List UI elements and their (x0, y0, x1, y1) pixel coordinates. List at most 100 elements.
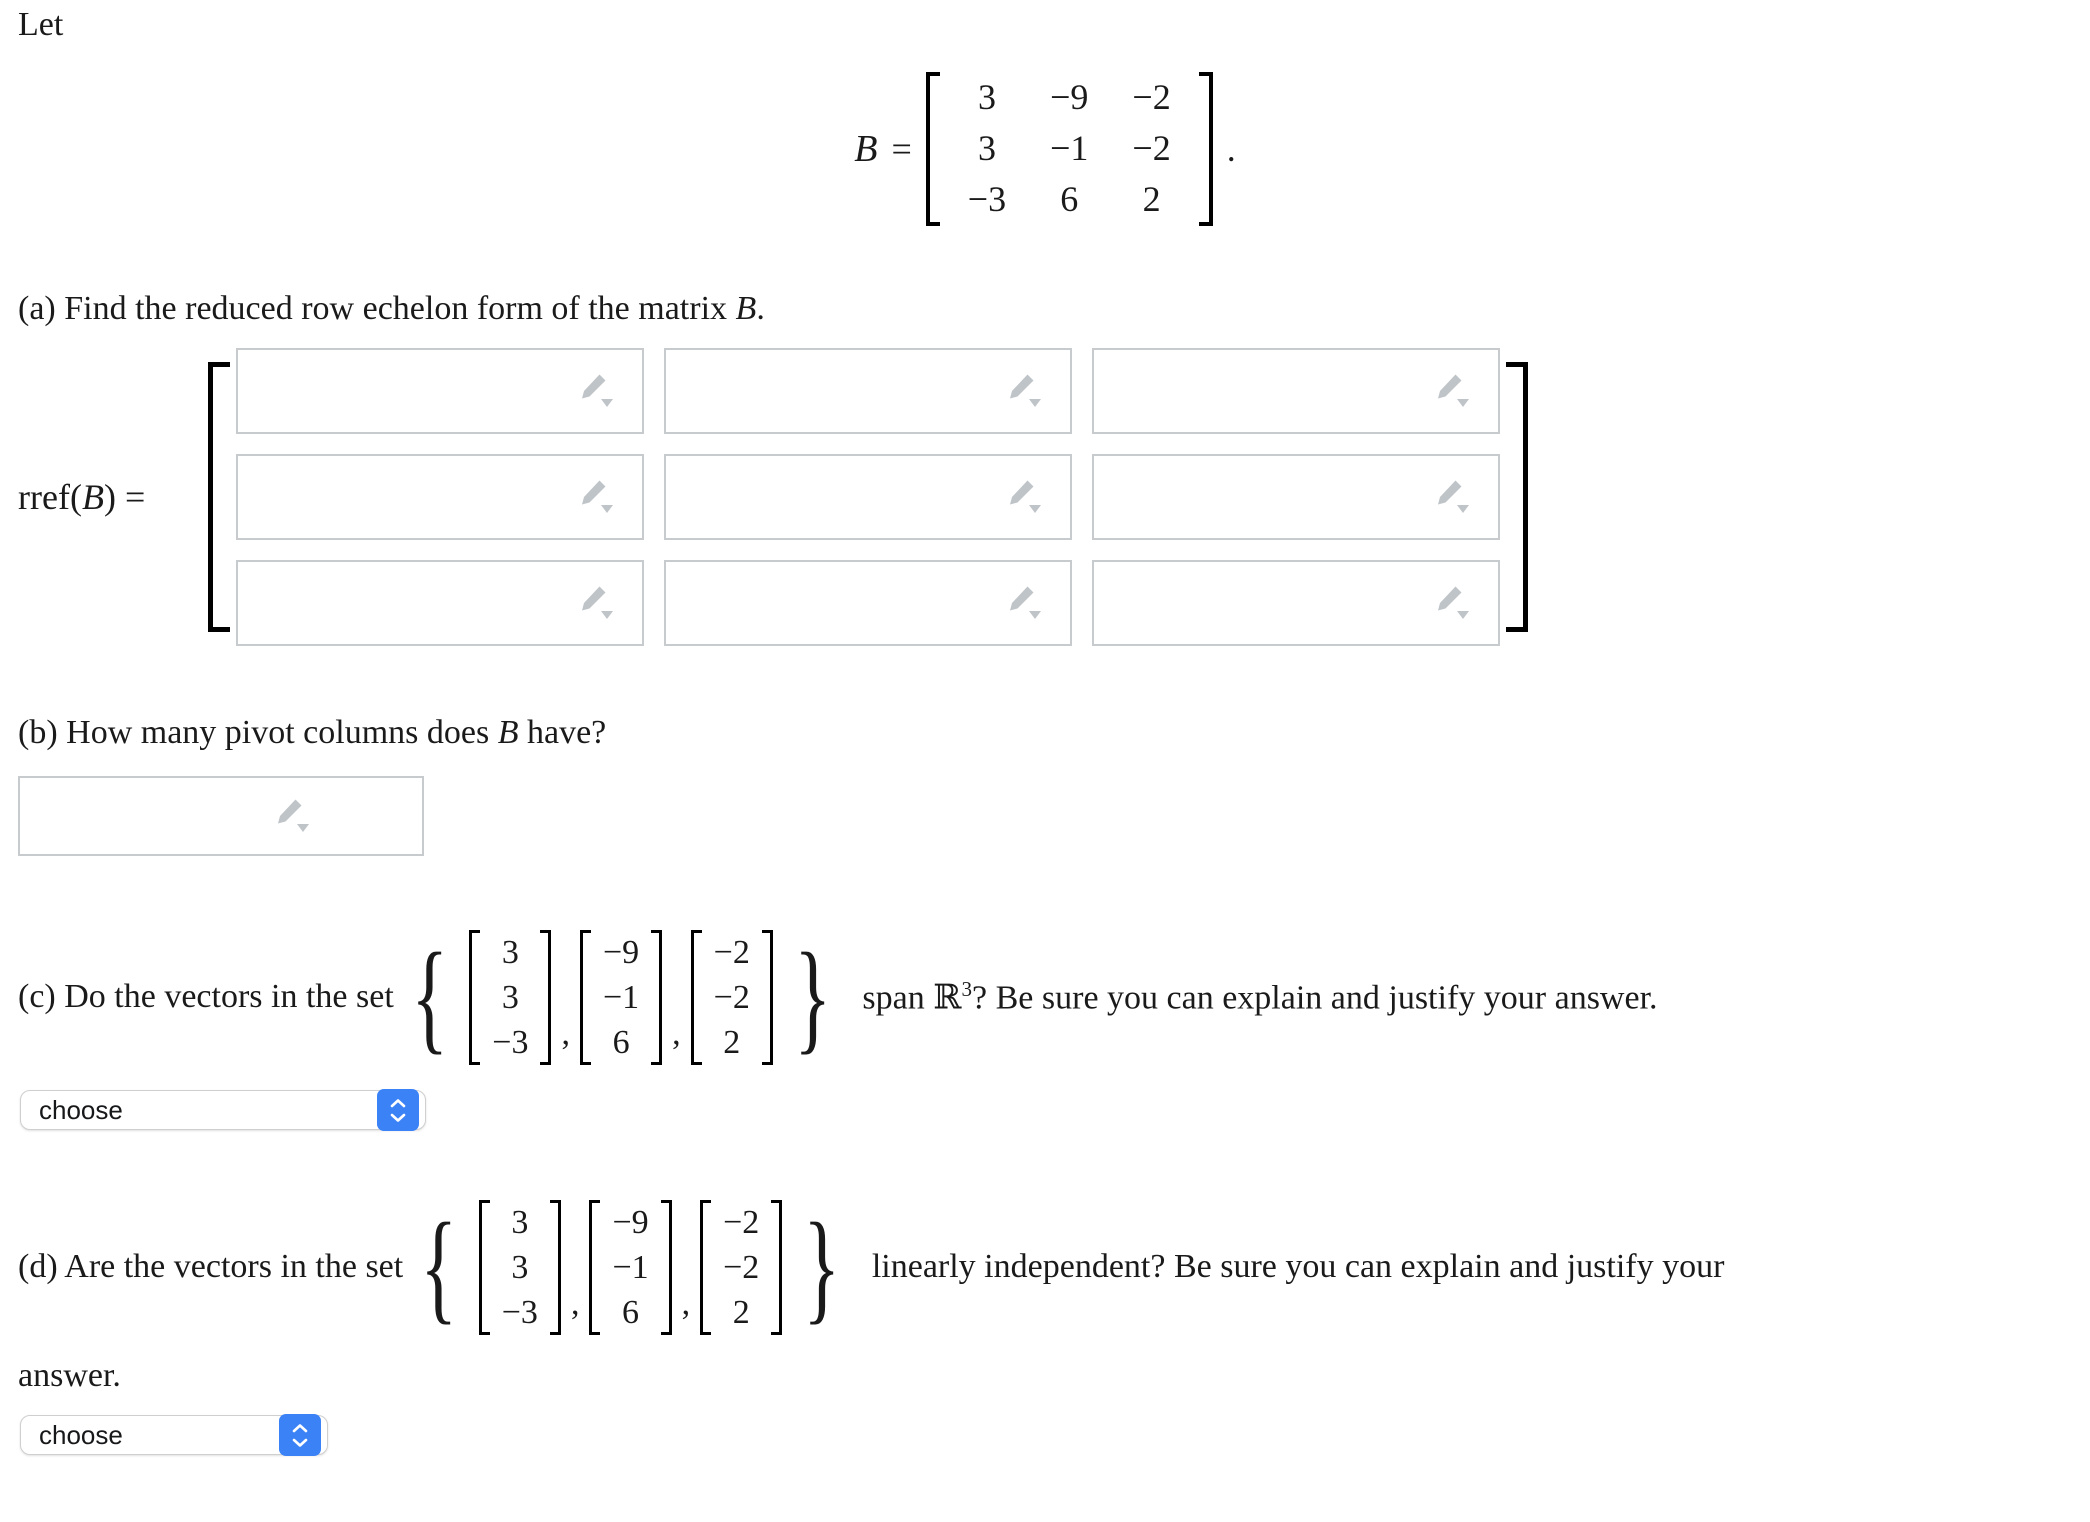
rref-label-open: ( (69, 476, 82, 517)
part-b-prompt-suffix: have? (518, 714, 607, 751)
real-numbers-symbol: ℝ (933, 977, 962, 1018)
chevron-up-down-icon[interactable] (279, 1414, 321, 1456)
vector-separator: , (570, 1284, 580, 1322)
right-bracket-icon (761, 930, 773, 1066)
set-brace-open: { (420, 1198, 458, 1336)
vector-entry: 3 (511, 1204, 529, 1241)
rref-label-var: B (81, 476, 104, 517)
right-bracket-icon (540, 930, 552, 1066)
rref-cell-input-r2c3[interactable] (1092, 454, 1500, 540)
part-d-tail: linearly independent? Be sure you can ex… (871, 1248, 1725, 1286)
part-a-prompt-prefix: (a) Find the reduced row echelon form of… (18, 290, 736, 327)
rref-cell-input-r3c3[interactable] (1092, 560, 1500, 646)
vector-separator: , (681, 1284, 691, 1322)
vector-d-3-table: −2 −2 2 (715, 1200, 767, 1335)
matrix-cell: 3 (977, 77, 996, 117)
part-a-prompt-variable: B (735, 290, 757, 327)
pencil-dropdown-icon (1432, 477, 1476, 517)
matrix-cell: −2 (1132, 77, 1171, 117)
set-brace-close: } (794, 928, 832, 1066)
part-d-answer-line: answer. (18, 1357, 121, 1394)
pivot-count-input[interactable] (18, 776, 424, 856)
part-c-select-value: choose (39, 1094, 123, 1125)
vector-entry: 2 (732, 1294, 750, 1332)
vector-d-2: −9 −1 6 (589, 1200, 672, 1336)
vector-entry: −1 (612, 1249, 649, 1287)
matrix-cell: 2 (1142, 179, 1161, 220)
matrix-cell: 3 (977, 128, 996, 169)
part-c-tail-pre: span (862, 979, 934, 1017)
intro-let-text: Let (18, 6, 64, 43)
part-d-answer-select[interactable]: choose (20, 1414, 328, 1456)
set-brace-open: { (411, 928, 448, 1066)
left-bracket-icon (579, 930, 591, 1066)
right-bracket-icon (1198, 72, 1213, 226)
vector-entry: 3 (511, 1249, 529, 1287)
matrix-cell: −3 (967, 179, 1007, 220)
pencil-dropdown-icon (1432, 583, 1476, 623)
vector-c-3: −2 −2 2 (690, 930, 773, 1066)
vector-entry: 6 (612, 1024, 630, 1062)
left-bracket-icon (700, 1200, 712, 1336)
rref-cell-input-r1c3[interactable] (1092, 348, 1500, 434)
rref-label: rref(B) = (0, 475, 200, 520)
part-d-prompt-prefix: (d) Are the vectors in the set (18, 1248, 404, 1286)
right-bracket-icon (549, 1200, 561, 1336)
pencil-dropdown-icon (272, 796, 316, 836)
matrix-row: 3 −1 −2 (946, 123, 1193, 174)
pencil-dropdown-icon (576, 583, 620, 623)
part-c-tail: span ℝ3? Be sure you can explain and jus… (862, 976, 1657, 1020)
rref-cell-input-r3c1[interactable] (236, 560, 644, 646)
matrix-b-equals: = (891, 128, 912, 169)
matrix-row: −3 6 2 (946, 174, 1193, 225)
matrix-b-label: B (854, 127, 878, 170)
part-c-answer-select[interactable]: choose (20, 1089, 426, 1131)
rref-cell-input-r1c2[interactable] (664, 348, 1072, 434)
pencil-dropdown-icon (576, 477, 620, 517)
rref-label-close: ) (103, 476, 116, 517)
pencil-dropdown-icon (1004, 477, 1048, 517)
left-bracket-icon (469, 930, 481, 1066)
matrix-cell: −1 (1050, 128, 1089, 169)
vector-entry: 6 (622, 1294, 640, 1332)
vector-d-1-table: 3 3 −3 (494, 1200, 546, 1335)
vector-separator: , (561, 1014, 570, 1052)
rref-matrix-brackets (200, 348, 1536, 646)
left-bracket-icon (200, 362, 230, 632)
rref-cell-input-r1c1[interactable] (236, 348, 644, 434)
set-brace-close: } (803, 1198, 841, 1336)
vector-entry: −1 (602, 979, 640, 1017)
pencil-dropdown-icon (1004, 371, 1048, 411)
pencil-dropdown-icon (576, 371, 620, 411)
chevron-up-down-icon[interactable] (377, 1089, 419, 1131)
part-c-prompt: (c) Do the vectors in the set { 3 3 −3 ,… (18, 928, 1658, 1066)
rref-cell-input-r2c2[interactable] (664, 454, 1072, 540)
right-bracket-icon (1506, 362, 1536, 632)
vector-c-1-table: 3 3 −3 (484, 930, 536, 1065)
vector-c-3-table: −2 −2 2 (706, 930, 758, 1065)
vector-entry: −9 (602, 934, 640, 971)
real-numbers-exponent: 3 (961, 976, 973, 1001)
part-c-prompt-prefix: (c) Do the vectors in the set (18, 978, 394, 1016)
part-d-prompt: (d) Are the vectors in the set { 3 3 −3 … (18, 1198, 1725, 1336)
vector-entry: −2 (713, 934, 750, 971)
rref-cell-input-r3c2[interactable] (664, 560, 1072, 646)
part-c-tail-post: ? Be sure you can explain and justify yo… (972, 979, 1658, 1017)
right-bracket-icon (651, 930, 663, 1066)
left-bracket-icon (589, 1200, 601, 1336)
vector-list-c: 3 3 −3 , −9 −1 6 , −2 −2 2 (469, 930, 773, 1066)
rref-cell-input-r2c1[interactable] (236, 454, 644, 540)
vector-entry: −2 (723, 1204, 760, 1241)
part-b-prompt: (b) How many pivot columns does B have? (18, 712, 606, 755)
matrix-cell: −2 (1132, 128, 1171, 169)
vector-entry: −3 (492, 1024, 529, 1062)
vector-c-2-table: −9 −1 6 (595, 930, 647, 1065)
vector-entry: 3 (501, 979, 519, 1017)
part-a-prompt: (a) Find the reduced row echelon form of… (18, 288, 765, 331)
matrix-cell: 6 (1060, 179, 1079, 220)
part-d-select-value: choose (39, 1419, 123, 1450)
rref-input-grid (236, 348, 1500, 646)
vector-entry: −3 (501, 1294, 538, 1332)
vector-entry: −2 (713, 979, 750, 1017)
pencil-dropdown-icon (1004, 583, 1048, 623)
